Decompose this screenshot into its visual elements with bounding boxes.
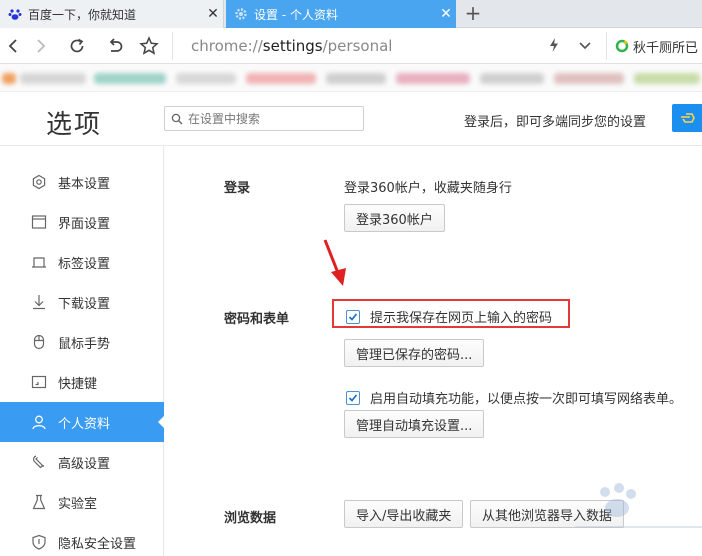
bookmark-item[interactable] bbox=[396, 73, 470, 84]
save-password-label: 提示我保存在网页上输入的密码 bbox=[370, 311, 553, 326]
user-icon bbox=[30, 413, 48, 431]
sidebar-item-download[interactable]: 下载设置 bbox=[0, 282, 164, 322]
sidebar-item-advanced[interactable]: 高级设置 bbox=[0, 442, 164, 482]
sync-login-button[interactable] bbox=[672, 104, 702, 132]
hand-pointer-icon bbox=[680, 112, 696, 124]
settings-header: 选项 登录后，即可多端同步您的设置 bbox=[0, 92, 702, 146]
shield-icon bbox=[30, 533, 48, 551]
manage-passwords-button[interactable]: 管理已保存的密码... bbox=[344, 339, 485, 367]
sidebar-item-label: 标签设置 bbox=[58, 256, 111, 272]
section-browsing-data-label: 浏览数据 bbox=[224, 511, 277, 526]
tab-close-icon[interactable]: ✕ bbox=[436, 6, 456, 22]
tab-settings[interactable]: 设置 - 个人资料 ✕ bbox=[226, 0, 456, 28]
sidebar-item-privacy[interactable]: 隐私安全设置 bbox=[0, 522, 164, 556]
address-highlight: settings bbox=[262, 37, 323, 55]
import-export-bookmarks-button[interactable]: 导入/导出收藏夹 bbox=[344, 500, 464, 528]
watermark-logo bbox=[575, 483, 702, 528]
window-icon bbox=[30, 213, 48, 231]
bookmark-item[interactable] bbox=[554, 73, 624, 84]
sidebar-item-label: 实验室 bbox=[58, 496, 98, 512]
login-360-button[interactable]: 登录360帐户 bbox=[344, 204, 445, 232]
sidebar-item-label: 基本设置 bbox=[58, 176, 111, 192]
gear-icon bbox=[234, 7, 248, 21]
bookmark-item[interactable] bbox=[326, 73, 386, 84]
lightning-icon[interactable] bbox=[548, 37, 560, 57]
annotation-arrow-icon bbox=[323, 239, 346, 286]
bookmark-item[interactable] bbox=[634, 73, 700, 84]
bookmark-item[interactable] bbox=[176, 73, 236, 84]
tab-icon bbox=[30, 253, 48, 271]
section-passwords-label: 密码和表单 bbox=[224, 312, 290, 327]
sidebar-item-label: 快捷键 bbox=[58, 376, 98, 392]
extension-text: 秋千厕所已 bbox=[633, 40, 699, 56]
address-bar[interactable]: chrome://settings/personal bbox=[172, 32, 604, 60]
wrench-icon bbox=[30, 453, 48, 471]
search-icon bbox=[171, 113, 183, 125]
manage-autofill-button[interactable]: 管理自动填充设置... bbox=[344, 410, 485, 438]
sidebar-item-shortcuts[interactable]: 快捷键 bbox=[0, 362, 164, 402]
keyboard-icon bbox=[30, 373, 48, 391]
tab-title: 百度一下，你就知道 bbox=[28, 7, 137, 22]
search-input[interactable] bbox=[188, 111, 358, 126]
sidebar-item-lab[interactable]: 实验室 bbox=[0, 482, 164, 522]
star-icon[interactable] bbox=[138, 35, 160, 57]
bookmark-item[interactable] bbox=[20, 73, 86, 84]
undo-icon[interactable] bbox=[104, 35, 126, 57]
forward-icon[interactable] bbox=[30, 35, 52, 57]
sidebar-item-label: 界面设置 bbox=[58, 216, 111, 232]
bookmark-bar bbox=[0, 64, 702, 92]
checkmark-icon[interactable] bbox=[346, 390, 360, 405]
sidebar-item-label: 个人资料 bbox=[58, 416, 111, 432]
save-password-checkbox[interactable]: 提示我保存在网页上输入的密码 bbox=[346, 307, 552, 326]
bookmark-item[interactable] bbox=[94, 73, 166, 84]
new-tab-button[interactable]: + bbox=[462, 3, 484, 25]
address-prefix: chrome:// bbox=[191, 37, 263, 55]
tab-strip: 百度一下，你就知道 ✕ 设置 - 个人资料 ✕ + bbox=[0, 0, 702, 28]
checkmark-icon[interactable] bbox=[346, 309, 360, 324]
page-title: 选项 bbox=[46, 110, 103, 140]
tab-baidu[interactable]: 百度一下，你就知道 ✕ bbox=[0, 0, 224, 28]
sidebar-item-label: 下载设置 bbox=[58, 296, 111, 312]
tab-close-icon[interactable]: ✕ bbox=[203, 6, 223, 22]
bookmark-item[interactable] bbox=[2, 73, 16, 84]
reload-icon[interactable] bbox=[66, 35, 88, 57]
settings-outline-icon bbox=[30, 173, 48, 191]
bookmark-item[interactable] bbox=[246, 73, 316, 84]
sidebar-item-label: 隐私安全设置 bbox=[58, 536, 137, 552]
search-engine-icon bbox=[615, 39, 629, 53]
address-suffix: /personal bbox=[322, 37, 393, 55]
extension-search[interactable]: 秋千厕所已 bbox=[606, 32, 702, 60]
sidebar-item-tabs[interactable]: 标签设置 bbox=[0, 242, 164, 282]
sync-text: 登录后，即可多端同步您的设置 bbox=[464, 115, 647, 130]
sidebar-item-label: 鼠标手势 bbox=[58, 336, 111, 352]
sidebar-item-profile[interactable]: 个人资料 bbox=[0, 402, 164, 442]
settings-search[interactable] bbox=[164, 106, 364, 131]
flask-icon bbox=[30, 493, 48, 511]
bookmark-item[interactable] bbox=[480, 73, 544, 84]
mouse-icon bbox=[30, 333, 48, 351]
sidebar-item-mouse-gesture[interactable]: 鼠标手势 bbox=[0, 322, 164, 362]
chevron-down-icon[interactable] bbox=[578, 40, 592, 55]
autofill-label: 启用自动填充功能，以便点按一次即可填写网络表单。 bbox=[370, 392, 683, 407]
tab-title: 设置 - 个人资料 bbox=[254, 7, 338, 22]
download-icon bbox=[30, 293, 48, 311]
sidebar-item-basic[interactable]: 基本设置 bbox=[0, 162, 164, 202]
sidebar-item-label: 高级设置 bbox=[58, 456, 111, 472]
section-login-label: 登录 bbox=[224, 181, 251, 196]
toolbar: chrome://settings/personal 秋千厕所已 bbox=[0, 28, 702, 64]
baidu-paw-icon bbox=[8, 7, 22, 21]
autofill-checkbox[interactable]: 启用自动填充功能，以便点按一次即可填写网络表单。 bbox=[346, 388, 682, 407]
sidebar-item-interface[interactable]: 界面设置 bbox=[0, 202, 164, 242]
settings-sidebar: 基本设置 界面设置 标签设置 下载设置 鼠标手势 快捷键 个人资料 高级设置 实… bbox=[0, 146, 164, 556]
login-description: 登录360帐户，收藏夹随身行 bbox=[344, 181, 512, 196]
back-icon[interactable] bbox=[2, 35, 24, 57]
